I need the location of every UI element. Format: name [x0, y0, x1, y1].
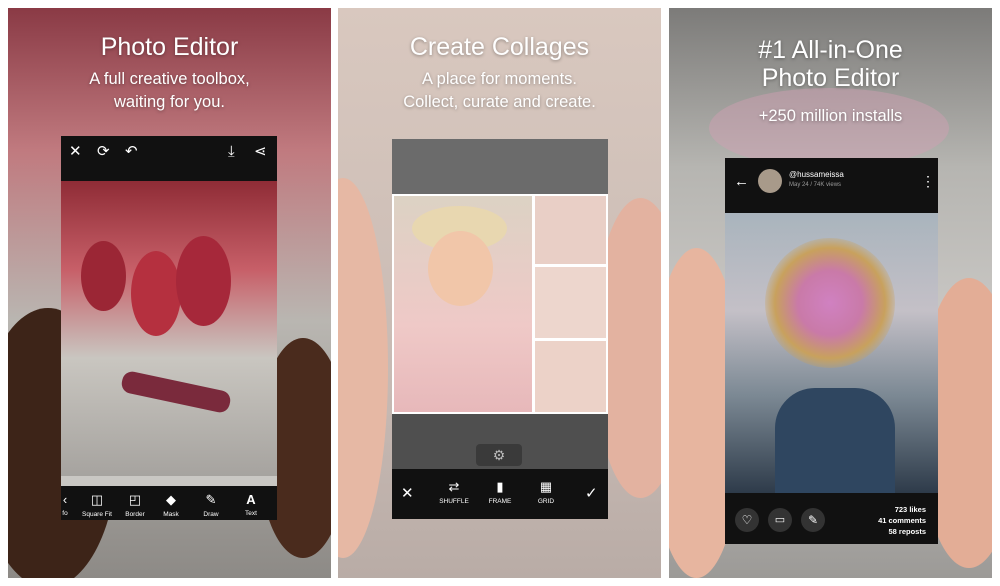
all-in-one-panel: #1 All-in-One Photo Editor +250 million … [669, 8, 992, 578]
tool-partial[interactable]: ‹ fo [61, 492, 71, 517]
collage-panel: Create Collages A place for moments. Col… [338, 8, 661, 578]
editor-toolbar: ‹ fo ◫ Square Fit ◰ Border ◆ Mask ✎ Draw… [61, 486, 277, 520]
tool-mask[interactable]: ◆ Mask [153, 492, 189, 518]
collage-grid [392, 194, 608, 414]
collage-photo-main [394, 196, 532, 412]
likes-count[interactable]: 723 likes [895, 505, 926, 514]
hand-image [338, 178, 388, 558]
post-header: ← @hussameissa May 24 / 74K views ⋮ [725, 158, 938, 213]
smoke-image [765, 238, 895, 368]
download-icon[interactable]: ⤓ [228, 144, 235, 159]
panel-title-line2: Photo Editor [761, 64, 900, 92]
avatar[interactable] [758, 169, 782, 193]
photo-editor-panel: Photo Editor A full creative toolbox, wa… [8, 8, 331, 578]
close-icon[interactable]: ✕ [69, 144, 82, 159]
panel-subtitle: A full creative toolbox, [89, 70, 250, 88]
smoke-portrait-photo [725, 213, 938, 493]
balloon-photo [61, 181, 277, 476]
comment-icon: ▭ [774, 514, 786, 526]
tool-frame[interactable]: ▮ FRAME [482, 479, 518, 505]
post-meta: May 24 / 74K views [789, 182, 842, 188]
reposts-count[interactable]: 58 reposts [888, 527, 926, 536]
balloon-image [81, 241, 126, 311]
username[interactable]: @hussameissa [789, 170, 844, 179]
share-icon[interactable]: ⋖ [254, 144, 267, 159]
tool-square-fit[interactable]: ◫ Square Fit [77, 492, 117, 518]
mask-icon: ◆ [166, 492, 176, 507]
tool-shuffle[interactable]: ⇄ SHUFFLE [436, 479, 472, 505]
collage-photo-3 [535, 341, 606, 412]
tool-border[interactable]: ◰ Border [117, 492, 153, 518]
tool-text[interactable]: A Text [233, 492, 269, 517]
check-icon[interactable]: ✓ [585, 486, 598, 501]
balloon-image [176, 236, 231, 326]
edit-button[interactable]: ✎ [801, 508, 825, 532]
gear-icon: ⚙ [492, 447, 506, 463]
tool-draw[interactable]: ✎ Draw [193, 492, 229, 518]
draw-icon: ✎ [205, 492, 217, 507]
panel-title: #1 All-in-One [758, 36, 903, 64]
comment-button[interactable]: ▭ [768, 508, 792, 532]
chevron-left-icon: ‹ [62, 492, 68, 507]
shuffle-icon: ⇄ [448, 479, 460, 494]
collage-photo-1 [535, 196, 606, 264]
pencil-icon: ✎ [807, 513, 819, 527]
settings-button[interactable]: ⚙ [476, 444, 522, 466]
border-icon: ◰ [128, 492, 142, 507]
back-arrow-icon[interactable]: ← [734, 174, 749, 189]
comments-count[interactable]: 41 comments [878, 516, 926, 525]
post-screen: ← @hussameissa May 24 / 74K views ⋮ ♡ ▭ … [725, 158, 938, 544]
collage-mid-area: ⚙ [392, 414, 608, 469]
collage-screen: ⚙ ✕ ⇄ SHUFFLE ▮ FRAME ▦ GRID ✓ [392, 139, 608, 519]
frame-icon: ▮ [496, 479, 504, 494]
collage-top-area [392, 139, 608, 194]
tool-grid[interactable]: ▦ GRID [528, 479, 564, 505]
person-image [119, 369, 233, 415]
redo-icon[interactable]: ⟳ [97, 144, 110, 159]
more-vertical-icon[interactable]: ⋮ [921, 174, 935, 189]
square-fit-icon: ◫ [90, 492, 104, 507]
close-icon[interactable]: ✕ [401, 486, 414, 501]
person-image [775, 388, 895, 493]
collage-photo-2 [535, 267, 606, 338]
panel-subtitle: Collect, curate and create. [403, 93, 596, 111]
face-image [428, 231, 493, 306]
undo-icon[interactable]: ↶ [125, 144, 138, 159]
heart-icon: ♡ [741, 513, 753, 527]
grid-icon: ▦ [539, 479, 553, 494]
balloon-image [131, 251, 181, 336]
editor-top-bar: ✕ ⟳ ↶ ⤓ ⋖ [61, 136, 277, 181]
smoke-image [709, 88, 949, 168]
panel-subtitle: +250 million installs [758, 107, 903, 125]
panel-title: Photo Editor [100, 33, 239, 61]
text-icon: A [246, 492, 256, 507]
post-actions-bar: ♡ ▭ ✎ 723 likes 41 comments 58 reposts [725, 493, 938, 544]
panel-subtitle: A place for moments. [422, 70, 577, 88]
panel-subtitle: waiting for you. [114, 93, 225, 111]
editor-screen: ✕ ⟳ ↶ ⤓ ⋖ ‹ fo ◫ Square Fit ◰ Border ◆ M… [61, 136, 277, 520]
collage-toolbar: ✕ ⇄ SHUFFLE ▮ FRAME ▦ GRID ✓ [392, 469, 608, 519]
like-button[interactable]: ♡ [735, 508, 759, 532]
panel-title: Create Collages [409, 33, 590, 61]
